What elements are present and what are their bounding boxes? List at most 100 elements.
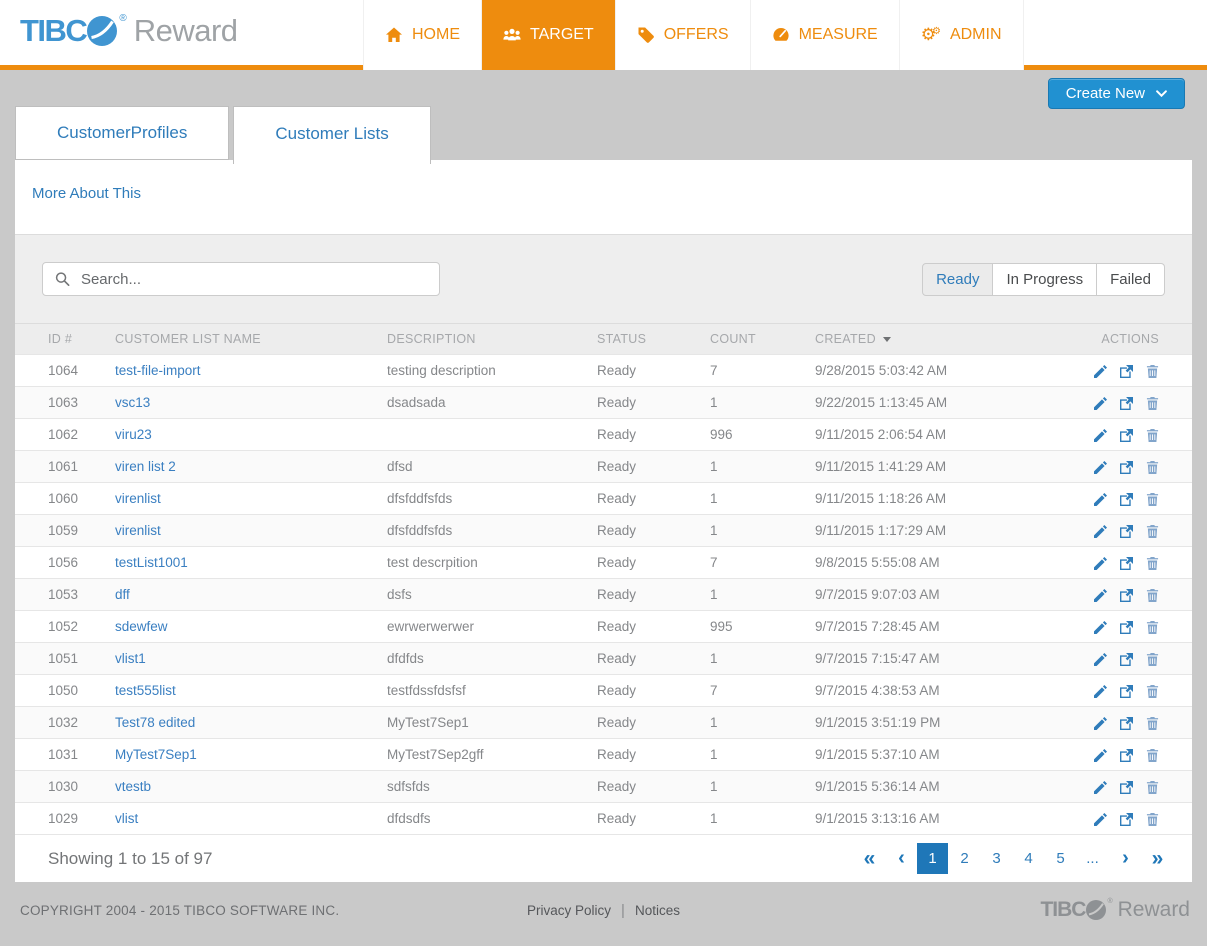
page-button-1[interactable]: 1: [917, 843, 948, 874]
edit-icon[interactable]: [1094, 523, 1108, 538]
export-icon[interactable]: [1120, 491, 1134, 506]
delete-icon[interactable]: [1146, 363, 1159, 378]
cell-actions: [1057, 642, 1192, 675]
export-icon[interactable]: [1120, 523, 1134, 538]
page-button-3[interactable]: 3: [981, 843, 1012, 874]
cell-count: 1: [702, 770, 807, 803]
search-box[interactable]: [42, 262, 440, 296]
prev-page-button[interactable]: ‹: [885, 843, 916, 874]
edit-icon[interactable]: [1094, 491, 1108, 506]
cell-count: 1: [702, 802, 807, 834]
edit-icon[interactable]: [1094, 459, 1108, 474]
page-button-4[interactable]: 4: [1013, 843, 1044, 874]
page-button-2[interactable]: 2: [949, 843, 980, 874]
edit-icon[interactable]: [1094, 555, 1108, 570]
customer-list-link[interactable]: virenlist: [115, 523, 161, 538]
next-page-button[interactable]: ›: [1109, 843, 1140, 874]
edit-icon[interactable]: [1094, 395, 1108, 410]
more-about-this-link[interactable]: More About This: [32, 185, 141, 202]
export-icon[interactable]: [1120, 651, 1134, 666]
search-input[interactable]: [78, 269, 427, 289]
filter-failed[interactable]: Failed: [1097, 262, 1165, 296]
delete-icon[interactable]: [1146, 619, 1159, 634]
customer-list-link[interactable]: test555list: [115, 683, 176, 698]
customer-list-link[interactable]: sdewfew: [115, 619, 168, 634]
export-icon[interactable]: [1120, 427, 1134, 442]
customer-list-link[interactable]: vlist: [115, 811, 138, 826]
nav-item-offers[interactable]: OFFERS: [614, 0, 750, 70]
cell-status: Ready: [589, 514, 702, 547]
tab-customer-lists[interactable]: Customer Lists: [233, 106, 431, 164]
edit-icon[interactable]: [1094, 683, 1108, 698]
customer-list-link[interactable]: vsc13: [115, 395, 150, 410]
delete-icon[interactable]: [1146, 747, 1159, 762]
last-page-button[interactable]: »: [1141, 843, 1172, 874]
edit-icon[interactable]: [1094, 747, 1108, 762]
column-header-created[interactable]: CREATED: [807, 324, 1057, 355]
create-new-button[interactable]: Create New: [1047, 78, 1185, 109]
delete-icon[interactable]: [1146, 811, 1159, 826]
edit-icon[interactable]: [1094, 587, 1108, 602]
page-button-5[interactable]: 5: [1045, 843, 1076, 874]
edit-icon[interactable]: [1094, 363, 1108, 378]
export-icon[interactable]: [1120, 587, 1134, 602]
delete-icon[interactable]: [1146, 555, 1159, 570]
nav-item-measure[interactable]: MEASURE: [749, 0, 899, 70]
edit-icon[interactable]: [1094, 427, 1108, 442]
delete-icon[interactable]: [1146, 715, 1159, 730]
customer-list-link[interactable]: virenlist: [115, 491, 161, 506]
edit-icon[interactable]: [1094, 715, 1108, 730]
delete-icon[interactable]: [1146, 491, 1159, 506]
delete-icon[interactable]: [1146, 523, 1159, 538]
customer-list-link[interactable]: viren list 2: [115, 459, 176, 474]
filter-ready[interactable]: Ready: [922, 262, 994, 296]
edit-icon[interactable]: [1094, 811, 1108, 826]
column-header-id[interactable]: ID #: [15, 324, 107, 355]
column-header-status[interactable]: STATUS: [589, 324, 702, 355]
export-icon[interactable]: [1120, 683, 1134, 698]
customer-list-link[interactable]: dff: [115, 587, 130, 602]
customer-list-link[interactable]: vlist1: [115, 651, 146, 666]
filter-in-progress[interactable]: In Progress: [993, 262, 1098, 296]
notices-link[interactable]: Notices: [635, 903, 680, 918]
delete-icon[interactable]: [1146, 587, 1159, 602]
column-header-name[interactable]: CUSTOMER LIST NAME: [107, 324, 379, 355]
edit-icon[interactable]: [1094, 779, 1108, 794]
tab-customer-profiles[interactable]: CustomerProfiles: [15, 106, 230, 160]
export-icon[interactable]: [1120, 747, 1134, 762]
delete-icon[interactable]: [1146, 683, 1159, 698]
nav-item-admin[interactable]: ⚙⚙ ADMIN: [898, 0, 1024, 70]
edit-icon[interactable]: [1094, 651, 1108, 666]
page-ellipsis[interactable]: ...: [1077, 843, 1108, 874]
export-icon[interactable]: [1120, 715, 1134, 730]
customer-list-link[interactable]: test-file-import: [115, 363, 201, 378]
first-page-button[interactable]: «: [853, 843, 884, 874]
privacy-policy-link[interactable]: Privacy Policy: [527, 903, 611, 918]
nav-item-target[interactable]: TARGET: [481, 0, 615, 70]
delete-icon[interactable]: [1146, 427, 1159, 442]
customer-list-link[interactable]: vtestb: [115, 779, 151, 794]
delete-icon[interactable]: [1146, 459, 1159, 474]
cell-status: Ready: [589, 546, 702, 579]
export-icon[interactable]: [1120, 395, 1134, 410]
export-icon[interactable]: [1120, 555, 1134, 570]
export-icon[interactable]: [1120, 779, 1134, 794]
delete-icon[interactable]: [1146, 651, 1159, 666]
customer-list-link[interactable]: Test78 edited: [115, 715, 195, 730]
delete-icon[interactable]: [1146, 779, 1159, 794]
customer-list-link[interactable]: viru23: [115, 427, 152, 442]
customer-list-link[interactable]: testList1001: [115, 555, 188, 570]
cell-actions: [1057, 674, 1192, 707]
export-icon[interactable]: [1120, 811, 1134, 826]
edit-icon[interactable]: [1094, 619, 1108, 634]
column-header-description[interactable]: DESCRIPTION: [379, 324, 589, 355]
export-icon[interactable]: [1120, 619, 1134, 634]
export-icon[interactable]: [1120, 363, 1134, 378]
customer-list-link[interactable]: MyTest7Sep1: [115, 747, 197, 762]
nav-item-home[interactable]: HOME: [363, 0, 481, 70]
showing-summary: Showing 1 to 15 of 97: [48, 848, 213, 868]
delete-icon[interactable]: [1146, 395, 1159, 410]
column-header-count[interactable]: COUNT: [702, 324, 807, 355]
export-icon[interactable]: [1120, 459, 1134, 474]
cell-count: 7: [702, 674, 807, 707]
